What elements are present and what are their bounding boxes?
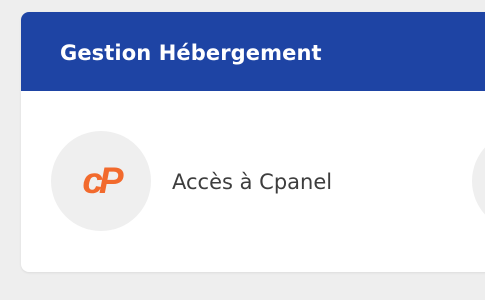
card-title: Gestion Hébergement xyxy=(60,40,322,65)
svg-text:cP: cP xyxy=(82,160,124,201)
cpanel-access-label: Accès à Cpanel xyxy=(172,170,333,194)
card-header: Gestion Hébergement xyxy=(21,12,485,91)
cpanel-access-link[interactable]: cP Accès à Cpanel xyxy=(51,131,332,231)
hosting-management-card: Gestion Hébergement cP Accès à Cpanel xyxy=(21,12,485,272)
cpanel-icon-circle: cP xyxy=(51,131,151,231)
cpanel-logo-icon: cP xyxy=(82,160,128,201)
page: Gestion Hébergement cP Accès à Cpanel xyxy=(0,0,485,300)
next-service-icon-circle[interactable] xyxy=(472,131,485,231)
card-body: cP Accès à Cpanel xyxy=(21,91,485,272)
